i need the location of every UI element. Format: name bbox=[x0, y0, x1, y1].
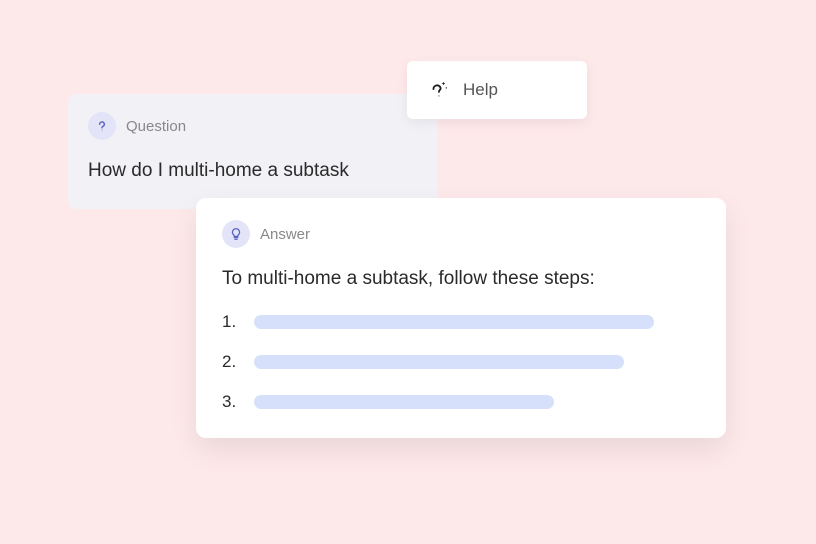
answer-card-header: Answer bbox=[222, 220, 700, 248]
answer-intro-text: To multi-home a subtask, follow these st… bbox=[222, 268, 700, 290]
answer-steps-list: 1. 2. 3. bbox=[222, 312, 700, 412]
help-chip[interactable]: Help bbox=[407, 61, 587, 119]
step-content-placeholder bbox=[254, 395, 554, 409]
answer-step: 3. bbox=[222, 392, 700, 412]
question-card-header: Question bbox=[88, 112, 418, 140]
answer-step: 1. bbox=[222, 312, 700, 332]
question-card: Question How do I multi-home a subtask bbox=[68, 94, 438, 209]
step-number: 2. bbox=[222, 352, 238, 372]
lightbulb-icon bbox=[222, 220, 250, 248]
step-content-placeholder bbox=[254, 315, 654, 329]
question-mark-icon bbox=[88, 112, 116, 140]
step-number: 3. bbox=[222, 392, 238, 412]
question-text: How do I multi-home a subtask bbox=[88, 160, 418, 182]
step-content-placeholder bbox=[254, 355, 624, 369]
answer-card: Answer To multi-home a subtask, follow t… bbox=[196, 198, 726, 438]
sparkle-question-icon bbox=[427, 79, 449, 101]
question-header-label: Question bbox=[126, 118, 186, 135]
help-chip-label: Help bbox=[463, 80, 498, 100]
answer-step: 2. bbox=[222, 352, 700, 372]
answer-header-label: Answer bbox=[260, 226, 310, 243]
step-number: 1. bbox=[222, 312, 238, 332]
